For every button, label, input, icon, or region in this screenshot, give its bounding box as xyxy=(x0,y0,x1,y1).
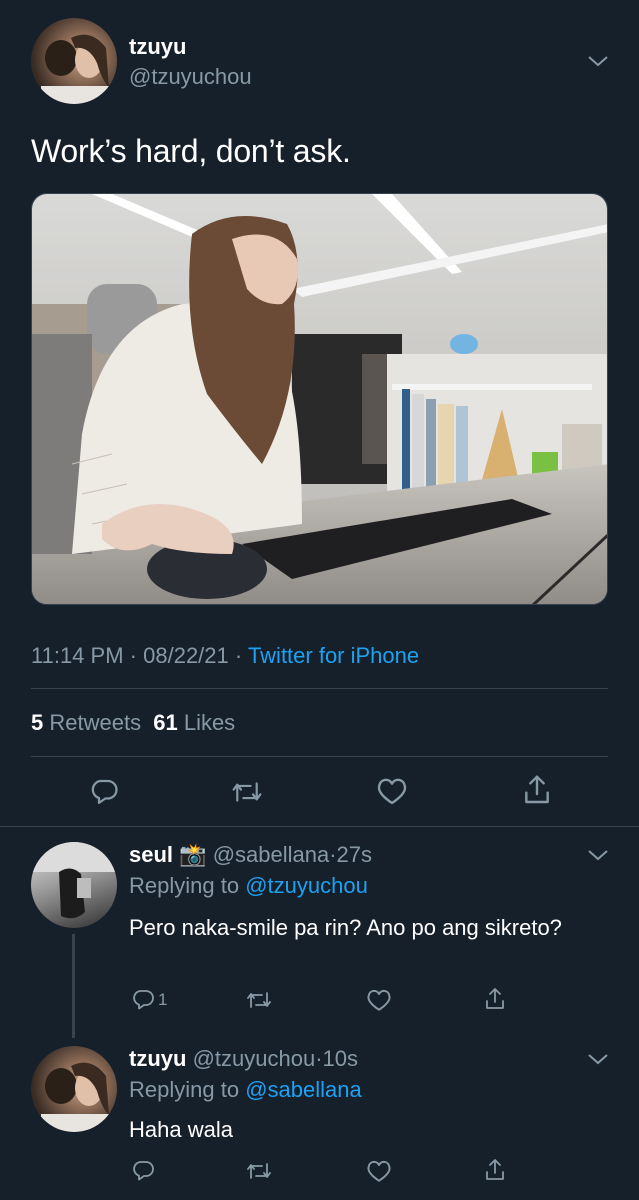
retweet-icon[interactable] xyxy=(230,778,264,806)
reply-icon[interactable] xyxy=(131,987,155,1011)
reply-header: seul 📸 @sabellana·27s xyxy=(129,842,372,868)
avatar-photo xyxy=(41,1062,111,1132)
likes-label: Likes xyxy=(183,710,236,735)
retweets-count: 5 xyxy=(31,710,44,735)
chevron-down-icon[interactable] xyxy=(587,54,609,68)
replying-to-label: Replying to xyxy=(129,873,240,898)
separator-dot: · xyxy=(315,1046,323,1071)
replying-to: Replying to @sabellana xyxy=(129,1077,362,1103)
author-handle[interactable]: @tzuyuchou xyxy=(129,64,252,90)
tweet-time: 11:14 PM xyxy=(31,643,124,668)
avatar-photo xyxy=(41,34,111,104)
reply-avatar[interactable] xyxy=(31,842,117,928)
reply-handle[interactable]: @sabellana xyxy=(213,842,330,867)
avatar-photo xyxy=(31,842,117,919)
reply-count: 1 xyxy=(158,990,168,1009)
share-icon[interactable] xyxy=(484,1157,506,1183)
engagement-counts: 5 Retweets 61 Likes xyxy=(31,710,235,736)
separator-dot: · xyxy=(234,643,243,668)
office-photo xyxy=(32,194,607,604)
divider xyxy=(0,826,639,827)
author-avatar[interactable] xyxy=(31,18,117,104)
like-icon[interactable] xyxy=(366,988,392,1012)
retweet-icon[interactable] xyxy=(245,1160,273,1182)
camera-flash-emoji: 📸 xyxy=(179,842,207,867)
reply-time: 27s xyxy=(336,842,373,867)
like-icon[interactable] xyxy=(366,1159,392,1183)
tweet-date: 08/22/21 xyxy=(143,643,229,668)
share-icon[interactable] xyxy=(484,986,506,1012)
likes-count: 61 xyxy=(153,710,178,735)
reply-display-name[interactable]: seul xyxy=(129,842,173,867)
share-icon[interactable] xyxy=(522,774,552,806)
tweet-metadata: 11:14 PM · 08/22/21 · Twitter for iPhone xyxy=(31,643,419,669)
retweet-icon[interactable] xyxy=(245,989,273,1011)
reply-header: tzuyu @tzuyuchou·10s xyxy=(129,1046,358,1072)
reply-display-name[interactable]: tzuyu xyxy=(129,1046,186,1071)
tweet-media-image[interactable] xyxy=(31,193,608,605)
replying-to-handle-link[interactable]: @tzuyuchou xyxy=(245,873,368,898)
author-display-name[interactable]: tzuyu xyxy=(129,34,186,60)
likes-stat[interactable]: 61 Likes xyxy=(153,710,235,735)
reply-text: Haha wala xyxy=(129,1117,233,1142)
chevron-down-icon[interactable] xyxy=(587,1052,609,1066)
like-icon[interactable] xyxy=(376,776,408,806)
divider xyxy=(31,688,608,689)
separator-dot: · xyxy=(329,842,337,867)
retweets-stat[interactable]: 5 Retweets xyxy=(31,710,147,735)
replying-to: Replying to @tzuyuchou xyxy=(129,873,368,899)
reply-avatar[interactable] xyxy=(31,1046,117,1132)
reply-icon[interactable] xyxy=(89,776,119,806)
reply-handle[interactable]: @tzuyuchou xyxy=(193,1046,316,1071)
reply-icon[interactable] xyxy=(131,1158,155,1182)
tweet-text: Work’s hard, don’t ask. xyxy=(31,133,351,169)
replying-to-handle-link[interactable]: @sabellana xyxy=(245,1077,362,1102)
reply-text: Pero naka-smile pa rin? Ano po ang sikre… xyxy=(129,915,562,940)
divider xyxy=(31,756,608,757)
thread-line xyxy=(72,934,75,1038)
reply-time: 10s xyxy=(322,1046,359,1071)
retweets-label: Retweets xyxy=(49,710,142,735)
chevron-down-icon[interactable] xyxy=(587,848,609,862)
separator-dot: · xyxy=(129,643,137,668)
tweet-source-link[interactable]: Twitter for iPhone xyxy=(248,643,419,668)
replying-to-label: Replying to xyxy=(129,1077,240,1102)
